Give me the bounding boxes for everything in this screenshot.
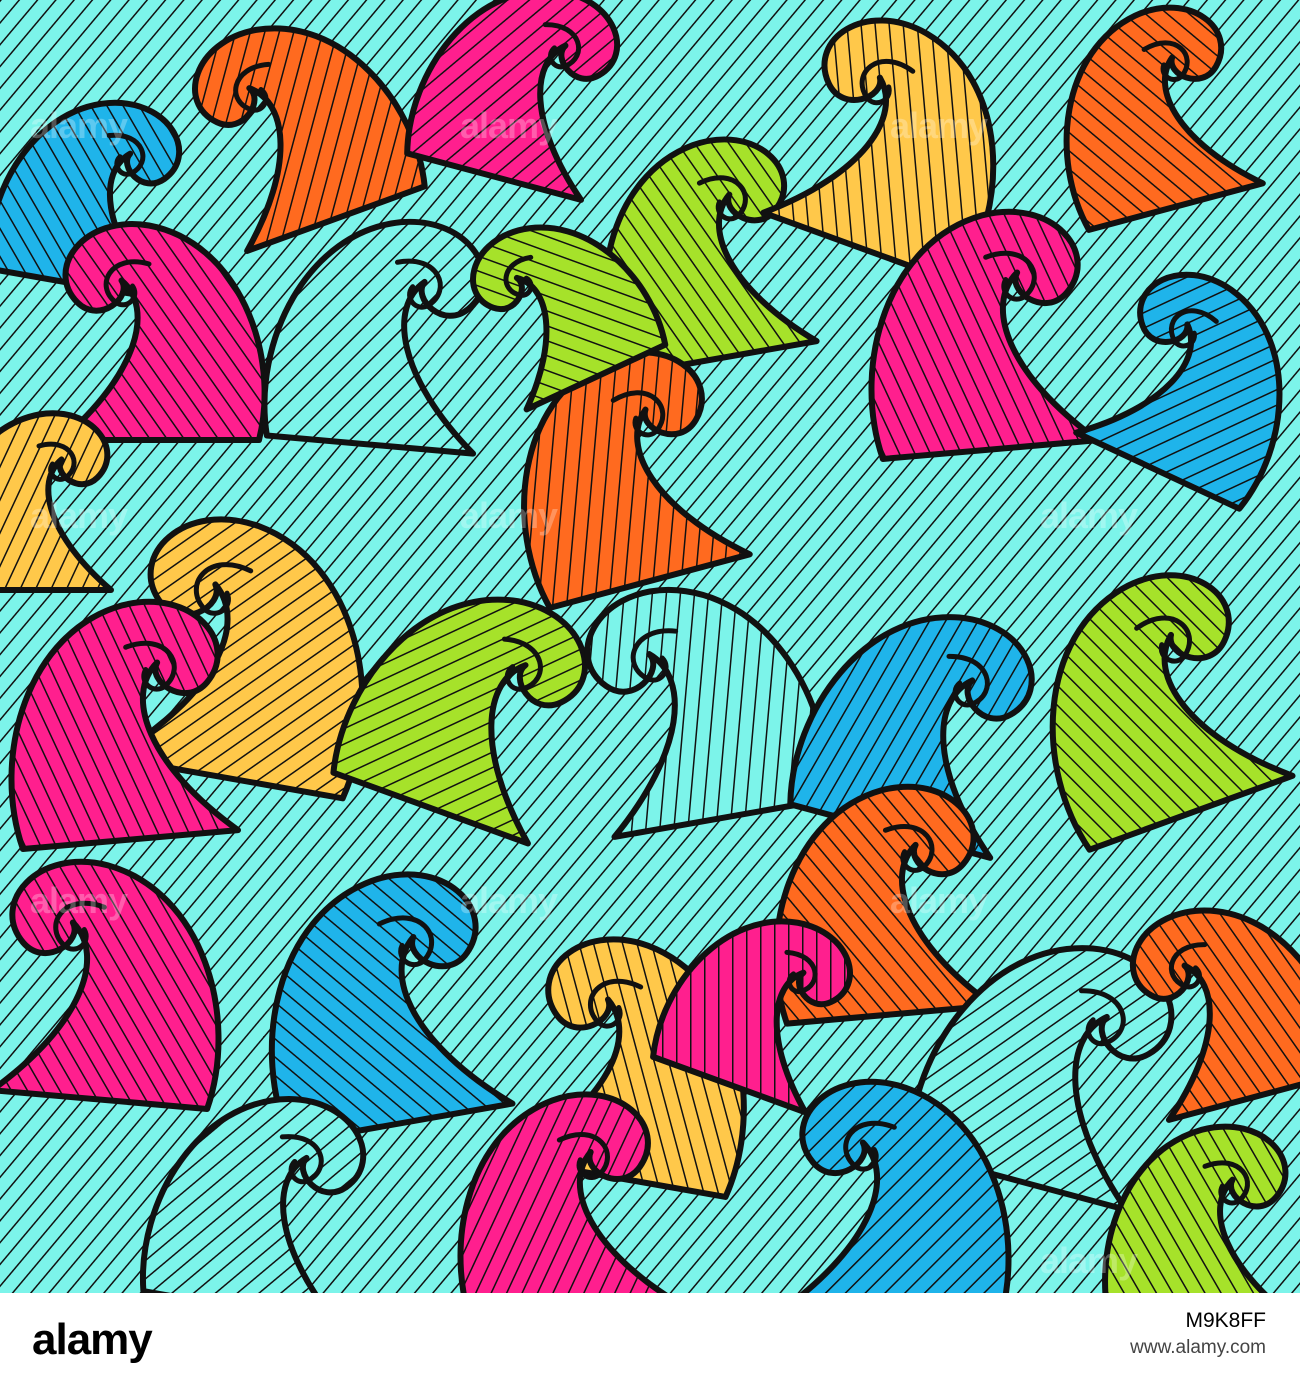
wave-swirl-pattern [0,0,1300,1293]
stock-footer: alamy M9K8FF www.alamy.com [0,1293,1300,1390]
alamy-logo: alamy [32,1315,153,1364]
image-info: M9K8FF www.alamy.com [1130,1307,1266,1361]
pattern-artwork: alamy alamy alamy alamy alamy alamy alam… [0,0,1300,1293]
image-id: M9K8FF [1185,1309,1266,1332]
site-url: www.alamy.com [1130,1337,1266,1358]
